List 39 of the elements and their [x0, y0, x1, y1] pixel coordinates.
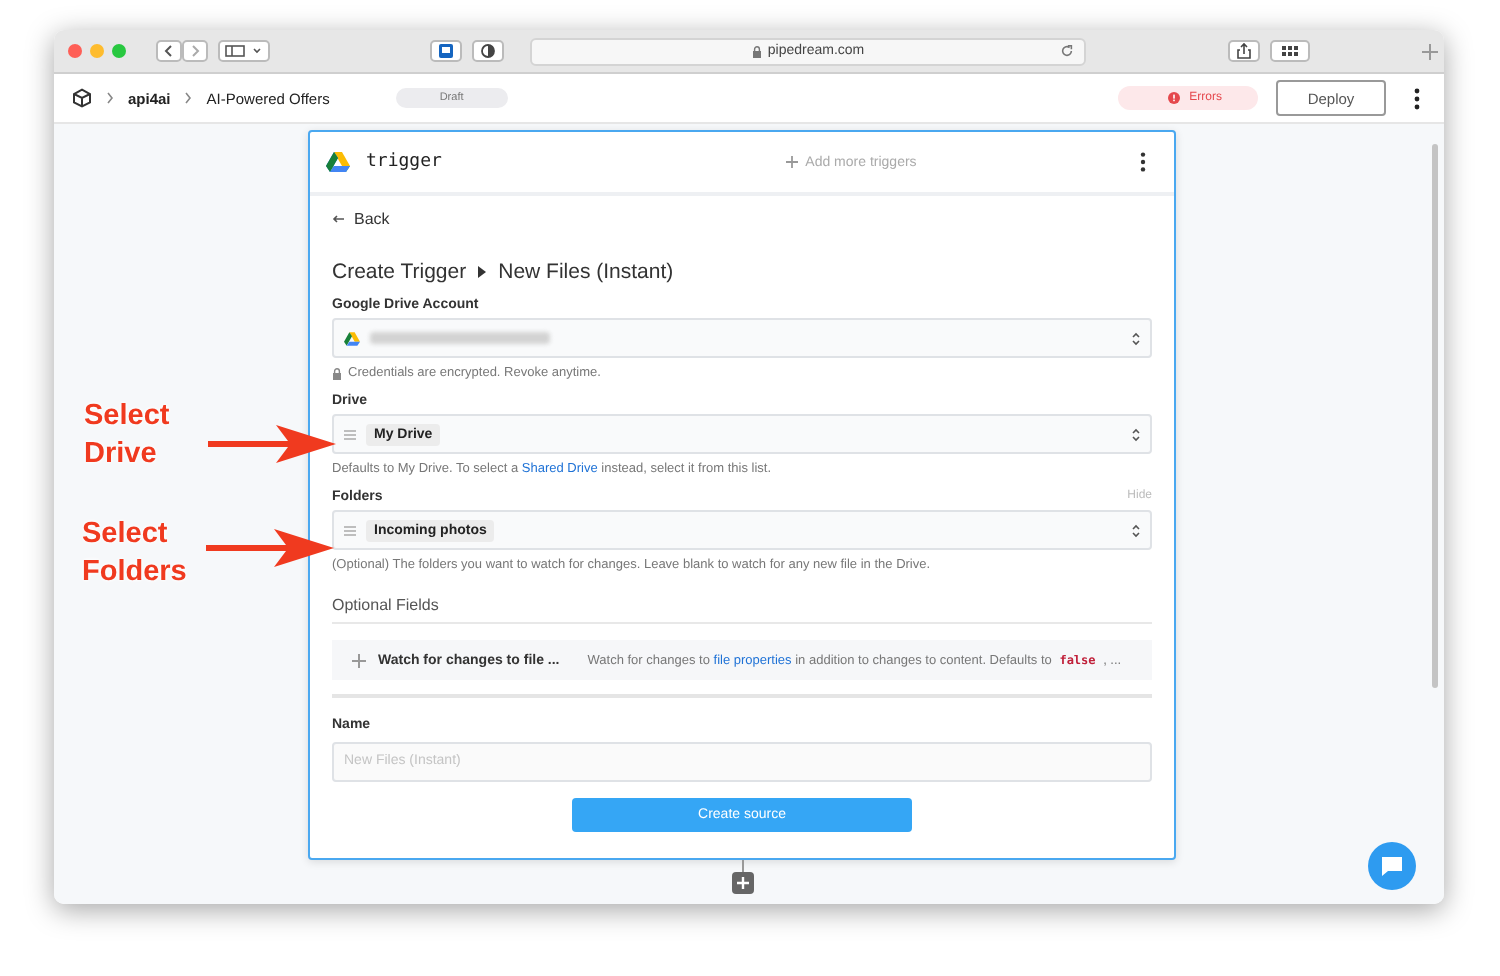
chat-button[interactable]: [1368, 842, 1416, 890]
callout-arrow: [208, 422, 336, 466]
callout-label: Select Drive: [84, 398, 172, 474]
new-tab-icon[interactable]: [1420, 41, 1440, 61]
shield-icon[interactable]: [472, 40, 504, 62]
up-down-icon: [1132, 331, 1140, 345]
plus-icon: [785, 156, 798, 168]
chevron-icon: [184, 92, 193, 104]
triangle-icon: [478, 266, 487, 278]
list-icon: [344, 525, 356, 535]
callout-arrow: [206, 526, 334, 570]
close-icon[interactable]: [68, 44, 82, 58]
error-icon: [1167, 92, 1180, 104]
chevron-icon: [106, 92, 114, 104]
page-title: Create Trigger: [332, 260, 467, 284]
list-icon: [344, 429, 356, 439]
page-subtitle: New Files (Instant): [498, 260, 674, 284]
callout-label: Select Folders: [82, 516, 189, 592]
more-options-icon[interactable]: [1414, 87, 1420, 109]
plus-icon: [352, 653, 366, 667]
drive-logo-icon: [326, 152, 350, 172]
up-down-icon: [1132, 523, 1140, 537]
lock-icon: [332, 367, 342, 379]
tab-overview-icon[interactable]: [1270, 40, 1310, 62]
share-icon[interactable]: [1228, 40, 1260, 62]
drive-logo-icon: [344, 331, 360, 345]
scrollbar[interactable]: [1432, 144, 1438, 688]
sidebar-icon[interactable]: [218, 40, 270, 62]
back-link[interactable]: Back: [332, 204, 1152, 232]
back-arrow-icon: [332, 213, 344, 223]
up-down-icon: [1132, 427, 1140, 441]
reload-icon[interactable]: [1060, 44, 1074, 58]
more-options-icon[interactable]: [1140, 152, 1147, 172]
section-heading: Optional Fields: [332, 596, 1152, 624]
cube-icon[interactable]: [72, 88, 92, 108]
add-step-button[interactable]: [731, 872, 753, 894]
lock-icon: [751, 45, 762, 57]
trigger-title: trigger: [366, 152, 442, 172]
extension-icon[interactable]: [430, 40, 462, 62]
